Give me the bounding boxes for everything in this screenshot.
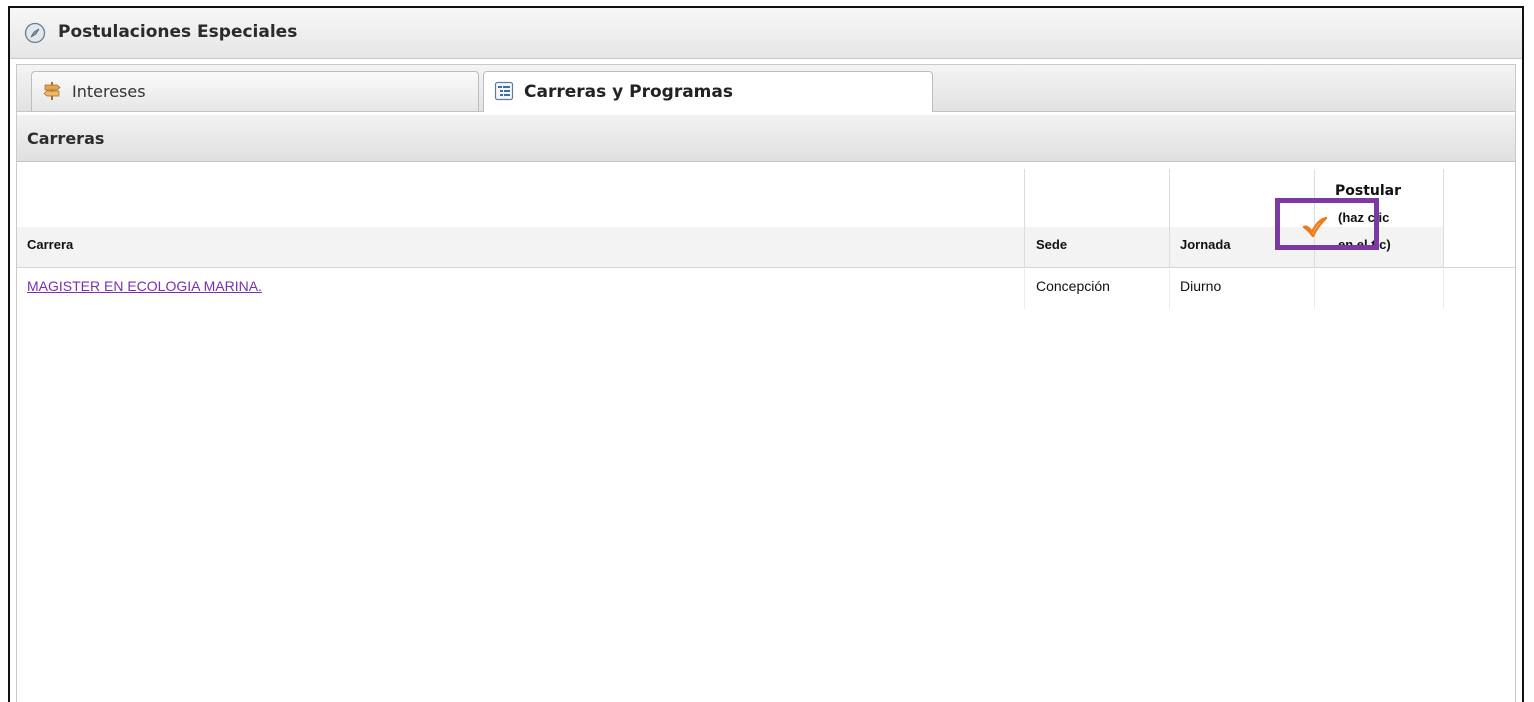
- tab-bar: Intereses Carreras y Programas: [17, 65, 1515, 112]
- tab-intereses[interactable]: Intereses: [31, 71, 479, 111]
- column-header-sede[interactable]: Sede: [1025, 169, 1170, 267]
- header-label: Jornada: [1180, 237, 1231, 252]
- column-header-carrera[interactable]: Carrera: [17, 169, 1025, 267]
- window-frame: Postulaciones Especiales Intereses Carre…: [8, 6, 1524, 702]
- sede-value: Concepción: [1036, 278, 1110, 294]
- cell-postular: [1315, 269, 1444, 309]
- cell-jornada: Diurno: [1170, 269, 1315, 309]
- signpost-icon: [43, 82, 61, 100]
- panel-content: Intereses Carreras y Programas Carreras: [16, 64, 1516, 702]
- checkmark-icon[interactable]: [1302, 216, 1328, 238]
- header-label: Sede: [1036, 237, 1068, 252]
- jornada-value: Diurno: [1180, 278, 1222, 294]
- tab-carreras-y-programas[interactable]: Carreras y Programas: [483, 71, 933, 112]
- carrera-link[interactable]: MAGISTER EN ECOLOGIA MARINA.: [27, 278, 262, 294]
- panel-title: Postulaciones Especiales: [58, 22, 298, 42]
- tab-label: Carreras y Programas: [524, 82, 733, 102]
- header-divider: [17, 267, 1515, 268]
- compass-icon: [24, 22, 46, 44]
- section-header: Carreras: [17, 115, 1515, 162]
- tab-label: Intereses: [72, 82, 146, 101]
- tree-list-icon: [494, 81, 514, 101]
- section-title: Carreras: [27, 129, 105, 148]
- header-label: Carrera: [27, 237, 74, 252]
- table-row: MAGISTER EN ECOLOGIA MARINA.: [17, 269, 1025, 309]
- header-label: Postular: [1335, 183, 1402, 199]
- panel-header: Postulaciones Especiales: [10, 8, 1522, 59]
- cell-sede: Concepción: [1025, 269, 1170, 309]
